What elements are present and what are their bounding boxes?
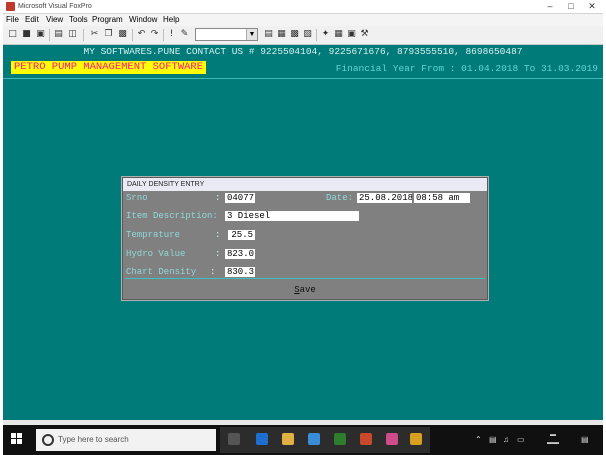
temperature-label: Temprature (126, 230, 181, 240)
foxpro-taskbar-icon[interactable] (410, 433, 422, 445)
command-window-icon[interactable]: ▤ (263, 29, 274, 40)
print-preview-icon[interactable]: ◫ (67, 29, 78, 40)
run-icon[interactable]: ! (166, 29, 177, 40)
windows-start-icon[interactable] (11, 433, 23, 445)
app-icon[interactable] (386, 433, 398, 445)
pinned-apps (220, 427, 430, 453)
contact-header: MY SOFTWARES.PUNE CONTACT US # 922550410… (83, 46, 523, 57)
menu-window[interactable]: Window (129, 15, 157, 25)
report-icon[interactable]: ▧ (302, 29, 313, 40)
menu-bar: File Edit View Tools Program Window Help (3, 14, 603, 26)
menu-edit[interactable]: Edit (25, 15, 39, 25)
battery-icon[interactable]: ▭ (517, 434, 525, 446)
colon: : (210, 267, 216, 277)
item-description-label: Item Description: (126, 211, 218, 221)
paste-icon[interactable]: ▩ (117, 29, 128, 40)
tools-icon[interactable]: ⚒ (359, 29, 370, 40)
data-session-icon[interactable]: ▦ (276, 29, 287, 40)
colon: : (215, 249, 221, 259)
wizard-icon[interactable]: ✦ (320, 29, 331, 40)
network-icon[interactable]: ▤ (489, 434, 497, 446)
date-label: Date: (326, 193, 354, 203)
toolbar-separator (132, 29, 133, 41)
hydro-value-field[interactable]: 823.0 (225, 249, 255, 259)
menu-view[interactable]: View (46, 15, 63, 25)
search-placeholder: Type here to search (58, 435, 129, 444)
copy-icon[interactable]: ❐ (103, 29, 114, 40)
save-button[interactable]: Save (283, 284, 327, 296)
up-arrow-icon[interactable]: ⌃ (475, 434, 482, 446)
colon: : (215, 230, 221, 240)
redo-icon[interactable]: ↷ (149, 29, 160, 40)
menu-help[interactable]: Help (163, 15, 179, 25)
title-bar: Microsoft Visual FoxPro – □ ✕ (3, 0, 603, 14)
clock[interactable]: ▬ ▬▬ (533, 431, 573, 447)
cut-icon[interactable]: ✂ (89, 29, 100, 40)
toolbar: □ ■ ▣ ▤ ◫ ✂ ❐ ▩ ↶ ↷ ! ✎ ▼ ▤ ▦ ▩ ▧ ✦ ▦ ▣ … (3, 26, 603, 45)
daily-density-dialog: DAILY DENSITY ENTRY Srno : 04077 Date: 2… (122, 177, 488, 300)
menu-file[interactable]: File (6, 15, 19, 25)
app-window: Microsoft Visual FoxPro – □ ✕ File Edit … (3, 0, 603, 455)
modify-form-icon[interactable]: ✎ (179, 29, 190, 40)
notifications-icon[interactable]: ▤ (581, 434, 589, 446)
menu-program[interactable]: Program (92, 15, 123, 25)
code-references-icon[interactable]: ▦ (333, 29, 344, 40)
cortana-icon (42, 434, 54, 446)
undo-icon[interactable]: ↶ (136, 29, 147, 40)
chevron-down-icon: ▼ (246, 29, 257, 40)
foxpro-app-icon (6, 2, 15, 11)
date-field[interactable]: 25.08.2018 (357, 193, 412, 203)
powerpoint-icon[interactable] (360, 433, 372, 445)
toolbar-separator (83, 29, 84, 41)
task-view-icon[interactable] (228, 433, 240, 445)
time-field[interactable]: 08:58 am (414, 193, 470, 203)
print-icon[interactable]: ▤ (53, 29, 64, 40)
minimize-icon[interactable]: – (541, 0, 559, 13)
dialog-title: DAILY DENSITY ENTRY (123, 178, 487, 191)
database-combo[interactable]: ▼ (195, 28, 258, 41)
toolbar-separator (163, 29, 164, 41)
dialog-divider (125, 278, 485, 279)
open-folder-icon[interactable]: ■ (21, 29, 32, 40)
srno-field[interactable]: 04077 (225, 193, 255, 203)
close-icon[interactable]: ✕ (583, 0, 601, 13)
window-title: Microsoft Visual FoxPro (18, 3, 92, 10)
software-banner: PETRO PUMP MANAGEMENT SOFTWARE (11, 61, 207, 74)
colon: : (215, 193, 221, 203)
edge-icon[interactable] (256, 433, 268, 445)
item-description-field[interactable]: 3 Diesel (225, 211, 359, 221)
temperature-field[interactable]: 25.5 (228, 230, 255, 240)
toolbar-separator (49, 29, 50, 41)
save-icon[interactable]: ▣ (35, 29, 46, 40)
header-divider (3, 78, 603, 79)
taskbar-search-box[interactable]: Type here to search (36, 429, 216, 451)
chart-density-label: Chart Density (126, 267, 197, 277)
toolbar-separator (316, 29, 317, 41)
menu-tools[interactable]: Tools (69, 15, 88, 25)
windows-taskbar: Type here to search ⌃ ▤ ♫ ▭ ▬ ▬▬ ▤ (3, 425, 603, 455)
hydro-value-label: Hydro Value (126, 249, 186, 259)
maximize-icon[interactable]: □ (562, 0, 580, 13)
srno-label: Srno (126, 193, 148, 203)
toolbox-icon[interactable]: ▣ (346, 29, 357, 40)
excel-icon[interactable] (334, 433, 346, 445)
file-explorer-icon[interactable] (282, 433, 294, 445)
save-label: ave (299, 285, 316, 295)
chart-density-field[interactable]: 830.3 (225, 267, 255, 277)
store-icon[interactable] (308, 433, 320, 445)
database-designer-icon[interactable]: ▩ (289, 29, 300, 40)
financial-year: Financial Year From : 01.04.2018 To 31.0… (335, 63, 598, 74)
new-file-icon[interactable]: □ (7, 29, 18, 40)
volume-icon[interactable]: ♫ (503, 434, 509, 446)
